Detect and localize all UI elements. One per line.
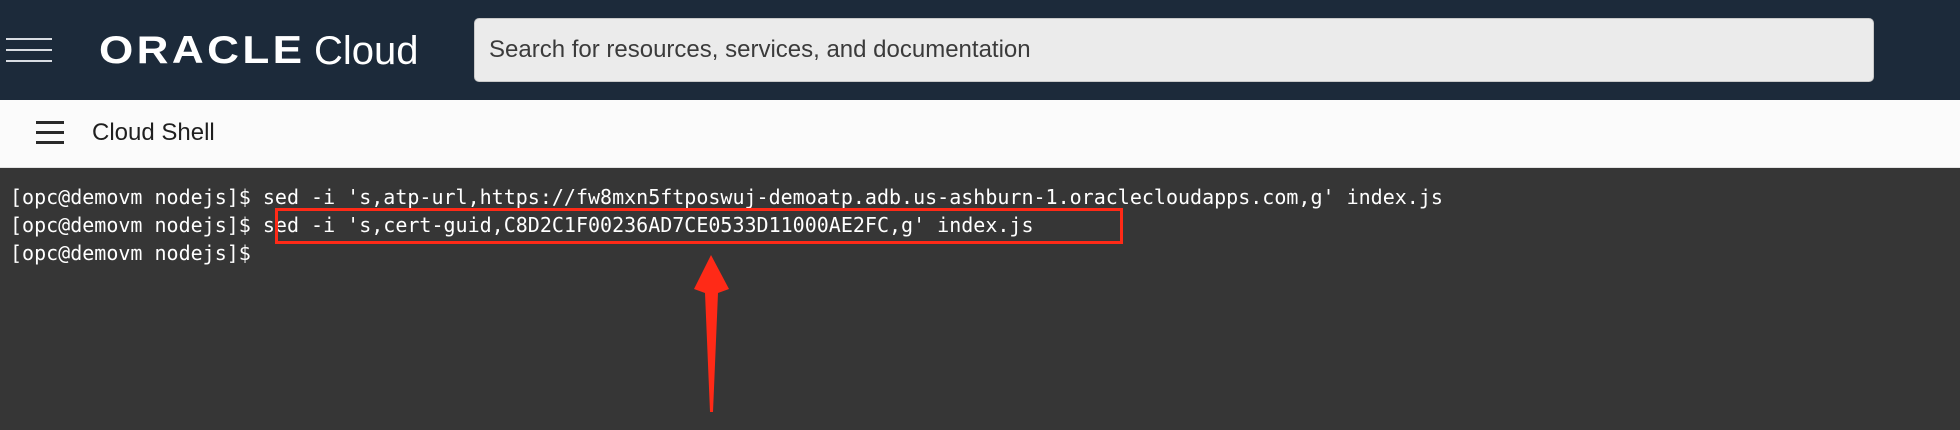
terminal-prompt: [opc@demovm nodejs]$ — [10, 241, 251, 265]
cloud-shell-header: Cloud Shell — [0, 100, 1960, 168]
terminal-prompt: [opc@demovm nodejs]$ — [10, 185, 263, 209]
terminal-command: sed -i 's,atp-url,https://fw8mxn5ftposwu… — [262, 185, 1443, 209]
hamburger-menu-icon[interactable] — [6, 38, 52, 62]
terminal-line: [opc@demovm nodejs]$ — [10, 239, 251, 267]
search-input[interactable] — [474, 18, 1874, 82]
cloud-shell-title: Cloud Shell — [92, 119, 215, 146]
top-navigation-bar: ORACLE Cloud — [0, 0, 1960, 100]
terminal-line: [opc@demovm nodejs]$ sed -i 's,atp-url,h… — [10, 183, 1443, 211]
hamburger-menu-icon[interactable] — [36, 119, 64, 147]
logo-brand-text: ORACLE — [99, 29, 306, 72]
oracle-cloud-logo[interactable]: ORACLE Cloud — [99, 26, 419, 76]
terminal-line: [opc@demovm nodejs]$ sed -i 's,cert-guid… — [10, 211, 1034, 239]
terminal-prompt: [opc@demovm nodejs]$ — [10, 213, 263, 237]
terminal-command: sed -i 's,cert-guid,C8D2C1F00236AD7CE053… — [262, 213, 1034, 237]
